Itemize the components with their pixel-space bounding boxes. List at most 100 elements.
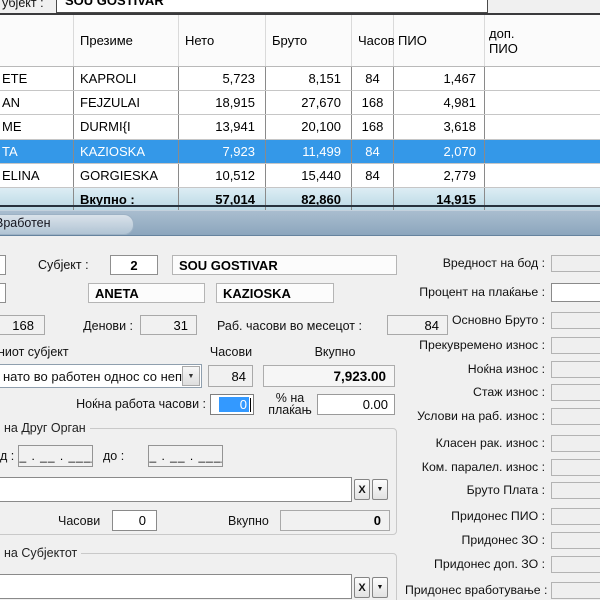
clear-icon[interactable]: X <box>354 577 370 598</box>
chevron-down-icon[interactable]: ▼ <box>182 366 200 386</box>
cut-field-left-b <box>0 283 6 303</box>
grid-row-selected[interactable]: TA KAZIOSKA 7,923 11,499 84 2,070 <box>0 140 600 164</box>
grid-cell-pio: 2,070 <box>394 140 485 163</box>
grid-header-neto[interactable]: Нето <box>179 15 266 66</box>
subject-label: Субјект : <box>38 258 89 272</box>
pct-pay-label: % на плаќањ <box>262 392 318 416</box>
grid-cell-bruto: 11,499 <box>266 140 352 163</box>
last-name-field[interactable]: KAZIOSKA <box>216 283 334 303</box>
grid-cell-dop-pio <box>485 164 600 187</box>
grid-cell-name: ETE <box>0 67 74 90</box>
total-column-label: Вкупно <box>305 345 365 359</box>
right-row-pay-percent: Процент на плаќање : <box>405 283 600 301</box>
grid-header-hours[interactable]: Часов <box>352 15 394 66</box>
right-row-work-conditions: Услови на раб. износ : <box>405 407 600 425</box>
chevron-down-icon[interactable]: ▼ <box>372 577 388 598</box>
grid-cell-name: AN <box>0 91 74 114</box>
other-org-title: на Друг Орган <box>0 421 90 435</box>
grid-cell-name: ELINA <box>0 164 74 187</box>
date-to-input[interactable]: __ . __ . ____ <box>148 445 223 467</box>
dop-zo-contrib-field <box>551 556 600 573</box>
grid-total-dop-pio <box>485 188 600 211</box>
night-hours-input[interactable]: 0 <box>210 394 254 415</box>
grid-cell-pio: 2,779 <box>394 164 485 187</box>
subject-code-field[interactable]: 2 <box>110 255 158 275</box>
employee-panel-header[interactable]: Вработен <box>0 210 600 236</box>
grid-cell-dop-pio <box>485 115 600 138</box>
panel-header-title: Вработен <box>0 216 51 230</box>
grid-cell-hours: 168 <box>352 91 394 114</box>
grid-bottom-border <box>0 205 600 207</box>
clear-icon[interactable]: X <box>354 479 370 500</box>
grid-cell-hours: 84 <box>352 140 394 163</box>
selected-text: 0 <box>219 397 249 412</box>
subject-strip-field[interactable]: SOU GOSTIVAR <box>56 0 488 13</box>
date-from-input[interactable]: __ . __ . ____ <box>18 445 93 467</box>
date-from-label: д : <box>0 449 14 463</box>
grid-cell-name: ME <box>0 115 74 138</box>
employment-type-text: нато во работен однос со неп <box>3 369 182 384</box>
grid-header-dop-pio[interactable]: доп. ПИО <box>485 15 600 66</box>
right-row-overtime: Прекувремено износ : <box>405 336 600 354</box>
first-name-field[interactable]: ANETA <box>88 283 205 303</box>
subject-name-field[interactable]: SOU GOSTIVAR <box>172 255 397 275</box>
night-work-label: Ноќна работа часови : <box>68 397 206 411</box>
pay-percent-input[interactable] <box>551 283 600 302</box>
grid-total-neto: 57,014 <box>179 188 266 211</box>
subject-groupbox-title: на Субјектот <box>0 546 81 560</box>
grid-row[interactable]: AN FEJZULAI 18,915 27,670 168 4,981 <box>0 91 600 115</box>
grid-cell-pio: 1,467 <box>394 67 485 90</box>
grid-row[interactable]: ETE KAPROLI 5,723 8,151 84 1,467 <box>0 67 600 91</box>
other-org-hours-input[interactable]: 0 <box>112 510 157 531</box>
other-org-combobox[interactable] <box>0 477 352 502</box>
grid-header-name[interactable] <box>0 15 74 66</box>
other-org-hours-label: Часови <box>58 514 100 528</box>
grid-row[interactable]: ELINA GORGIESKA 10,512 15,440 84 2,779 <box>0 164 600 188</box>
employment-contrib-field <box>551 582 600 599</box>
pct-pay-input[interactable]: 0.00 <box>317 394 395 415</box>
payroll-window: убјект : SOU GOSTIVAR Презиме Нето Бруто… <box>0 0 600 600</box>
grid-header-bruto[interactable]: Бруто <box>266 15 352 66</box>
overtime-amount-field <box>551 337 600 354</box>
employee-grid: Презиме Нето Бруто Часов ПИО доп. ПИО ET… <box>0 15 600 211</box>
chevron-down-icon[interactable]: ▼ <box>372 479 388 500</box>
grid-cell-bruto: 27,670 <box>266 91 352 114</box>
employment-type-combobox[interactable]: нато во работен однос со неп ▼ <box>0 364 202 388</box>
subject-strip-label: убјект : <box>2 0 44 10</box>
subject-combobox[interactable] <box>0 574 352 599</box>
grid-cell-neto: 13,941 <box>179 115 266 138</box>
grid-cell-bruto: 8,151 <box>266 67 352 90</box>
hours-column-label: Часови <box>208 345 254 359</box>
grid-cell-dop-pio <box>485 67 600 90</box>
grid-header-surname[interactable]: Презиме <box>74 15 179 66</box>
pio-contrib-field <box>551 508 600 525</box>
grid-total-hours <box>352 188 394 211</box>
employment-hours-field: 84 <box>208 365 253 387</box>
grid-cell-neto: 7,923 <box>179 140 266 163</box>
grid-total-label: Вкупно : <box>74 188 179 211</box>
right-row-base-gross: Основно Бруто : <box>405 311 600 329</box>
grid-cell-surname: KAZIOSKA <box>74 140 179 163</box>
value-point-field <box>551 255 600 272</box>
grid-header-row: Презиме Нето Бруто Часов ПИО доп. ПИО <box>0 15 600 67</box>
right-row-zo-contrib: Придонес ЗО : <box>405 531 600 549</box>
grid-cell-pio: 4,981 <box>394 91 485 114</box>
salary-section-label: ниот субјект <box>0 345 69 359</box>
month-hours-total-field: 168 <box>0 315 45 335</box>
right-row-pio-contrib: Придонес ПИО : <box>405 507 600 525</box>
grid-cell-surname: FEJZULAI <box>74 91 179 114</box>
days-field: 31 <box>140 315 197 335</box>
right-row-gross-salary: Бруто Плата : <box>405 481 600 499</box>
grid-cell-surname: DURMI{I <box>74 115 179 138</box>
right-row-value-point: Вредност на бод : <box>405 254 600 272</box>
grid-cell-surname: GORGIESKA <box>74 164 179 187</box>
grid-cell-hours: 168 <box>352 115 394 138</box>
grid-cell-name: TA <box>0 140 74 163</box>
grid-cell-hours: 84 <box>352 67 394 90</box>
grid-row[interactable]: ME DURMI{I 13,941 20,100 168 3,618 <box>0 115 600 139</box>
right-row-class-mgmt: Класен рак. износ : <box>405 434 600 452</box>
grid-header-pio[interactable]: ПИО <box>394 15 485 66</box>
gross-salary-field <box>551 482 600 499</box>
grid-cell-neto: 5,723 <box>179 67 266 90</box>
zo-contrib-field <box>551 532 600 549</box>
